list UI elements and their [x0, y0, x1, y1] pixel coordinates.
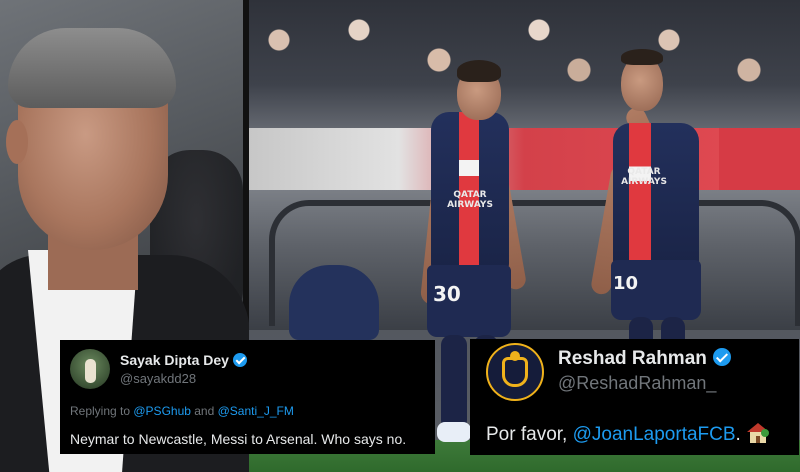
- meme-collage: QATAR AIRWAYS 30 QATAR AIRWAYS 10 Sayak …: [0, 0, 800, 472]
- jersey-stripe: [629, 123, 651, 268]
- handle[interactable]: @ReshadRahman_: [558, 373, 716, 394]
- shorts-number: 30: [433, 282, 461, 306]
- avatar-figure: [85, 359, 96, 383]
- verified-badge-icon: [232, 353, 247, 367]
- replying-to: Replying to @PSGhub and @Santi_J_FM: [70, 404, 294, 418]
- display-name[interactable]: Reshad Rahman: [558, 348, 731, 370]
- display-name[interactable]: Sayak Dipta Dey: [120, 352, 247, 368]
- player-hair: [457, 60, 501, 82]
- mention-link-laporta[interactable]: @JoanLaportaFCB: [573, 424, 736, 445]
- tweet-text: Por favor, @JoanLaportaFCB.: [486, 423, 769, 446]
- verified-badge-icon: [712, 348, 731, 366]
- tweet-text-suffix: .: [735, 424, 741, 445]
- grey-hair: [8, 28, 176, 108]
- boot: [437, 422, 471, 442]
- replying-prefix: Replying to: [70, 404, 134, 418]
- replying-and: and: [190, 404, 218, 418]
- display-name-text: Sayak Dipta Dey: [120, 352, 229, 368]
- ear: [6, 120, 28, 164]
- tweet-text-prefix: Por favor,: [486, 424, 573, 445]
- shorts-number: 10: [613, 273, 639, 294]
- jersey-sponsor: QATAR AIRWAYS: [447, 190, 493, 210]
- display-name-text: Reshad Rahman: [558, 348, 707, 369]
- left-leg: [441, 335, 467, 430]
- handle[interactable]: @sayakdd28: [120, 371, 196, 386]
- house-with-garden-icon: [746, 423, 769, 443]
- crouching-staff-member: [289, 265, 379, 340]
- mention-link-psghub[interactable]: @PSGhub: [133, 404, 191, 418]
- jersey: [613, 123, 699, 268]
- player-number-10: QATAR AIRWAYS 10: [589, 45, 719, 375]
- avatar-logo-glyph: [502, 357, 528, 387]
- tweet-card-reshad[interactable]: Reshad Rahman @ReshadRahman_ Por favor, …: [470, 339, 799, 455]
- jersey-sponsor: QATAR AIRWAYS: [621, 167, 667, 187]
- tweet-text: Neymar to Newcastle, Messi to Arsenal. W…: [70, 431, 407, 447]
- player-hair: [621, 49, 663, 65]
- tweet-card-sayak[interactable]: Sayak Dipta Dey @sayakdd28 Replying to @…: [60, 340, 435, 454]
- stadium-banner-red: [719, 128, 800, 198]
- mention-link-santi[interactable]: @Santi_J_FM: [218, 404, 294, 418]
- avatar[interactable]: [486, 343, 544, 401]
- avatar[interactable]: [70, 349, 110, 389]
